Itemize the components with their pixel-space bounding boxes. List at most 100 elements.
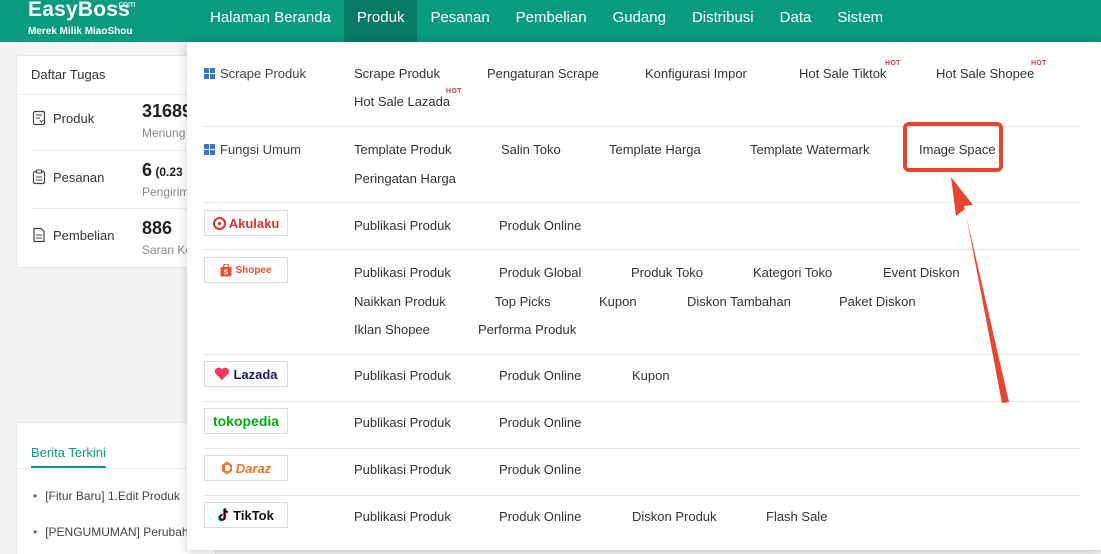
menu-peringatan-harga[interactable]: Peringatan Harga xyxy=(354,171,456,186)
nav-produk[interactable]: Produk xyxy=(343,0,418,42)
nav-sistem[interactable]: Sistem xyxy=(824,0,896,42)
section-daraz: Daraz Publikasi Produk Produk Online xyxy=(204,455,1080,485)
task-list-title: Daftar Tugas xyxy=(31,67,106,82)
task-subtext: Menung xyxy=(142,126,186,140)
task-count: 6 (0.23 xyxy=(142,160,183,180)
divider xyxy=(31,150,201,151)
menu-template-harga[interactable]: Template Harga xyxy=(609,142,701,157)
menu-shopee-top-picks[interactable]: Top Picks xyxy=(495,294,551,309)
menu-salin-toko[interactable]: Salin Toko xyxy=(501,142,561,157)
menu-shopee-iklan-shopee[interactable]: Iklan Shopee xyxy=(354,322,430,337)
top-navigation-bar: EasyBoss .com Merek Milik MiaoShou Halam… xyxy=(0,0,1101,42)
hot-badge: HOT xyxy=(446,88,462,95)
section-tiktok: TikTok Publikasi Produk Produk Online Di… xyxy=(204,502,1080,532)
menu-shopee-diskon-tambahan[interactable]: Diskon Tambahan xyxy=(687,294,791,309)
divider xyxy=(17,94,215,95)
task-label: Pembelian xyxy=(53,228,115,243)
section-akulaku: Akulaku Publikasi Produk Produk Online xyxy=(204,210,1080,240)
nav-data[interactable]: Data xyxy=(767,0,825,42)
purchase-doc-icon xyxy=(33,227,45,243)
menu-shopee-produk-global[interactable]: Produk Global xyxy=(499,265,581,280)
task-count: 31689 xyxy=(142,101,193,121)
menu-template-watermark[interactable]: Template Watermark xyxy=(750,142,869,157)
task-subtext: Saran Ke xyxy=(142,243,193,257)
news-tab[interactable]: Berita Terkini xyxy=(31,445,106,468)
section-title: Scrape Produk xyxy=(204,66,306,81)
divider xyxy=(204,495,1080,496)
menu-hot-sale-tiktok[interactable]: Hot Sale Tiktok xyxy=(799,66,886,81)
menu-lazada-publikasi-produk[interactable]: Publikasi Produk xyxy=(354,368,451,383)
task-list-card: Daftar Tugas Produk 31689 Menung Pesanan… xyxy=(16,55,216,268)
section-title: Fungsi Umum xyxy=(204,142,301,157)
divider xyxy=(204,448,1080,449)
easyboss-logo[interactable]: EasyBoss .com Merek Milik MiaoShou xyxy=(28,0,178,42)
shopee-bag-icon: S xyxy=(220,263,232,276)
news-card: Berita Terkini [Fitur Baru] 1.Edit Produ… xyxy=(16,422,216,554)
grid-icon xyxy=(204,68,215,79)
menu-pengaturan-scrape[interactable]: Pengaturan Scrape xyxy=(487,66,599,81)
news-item[interactable]: [Fitur Baru] 1.Edit Produk xyxy=(33,489,180,503)
task-label: Produk xyxy=(53,111,95,126)
menu-tokopedia-publikasi-produk[interactable]: Publikasi Produk xyxy=(354,415,451,430)
task-count: 886 xyxy=(142,218,173,238)
main-nav: Halaman Beranda Produk Pesanan Pembelian… xyxy=(197,0,896,42)
menu-hot-sale-lazada[interactable]: Hot Sale Lazada xyxy=(354,94,450,109)
divider xyxy=(17,468,215,469)
menu-shopee-performa-produk[interactable]: Performa Produk xyxy=(478,322,576,337)
nav-halaman-beranda[interactable]: Halaman Beranda xyxy=(197,0,344,42)
daraz-logo: Daraz xyxy=(204,455,288,481)
akulaku-icon xyxy=(212,216,226,230)
menu-shopee-paket-diskon[interactable]: Paket Diskon xyxy=(839,294,916,309)
daraz-icon xyxy=(221,461,232,475)
menu-scrape-produk[interactable]: Scrape Produk xyxy=(354,66,440,81)
logo-text: EasyBoss xyxy=(28,0,130,21)
menu-shopee-publikasi-produk[interactable]: Publikasi Produk xyxy=(354,265,451,280)
tiktok-logo: TikTok xyxy=(204,502,288,528)
menu-template-produk[interactable]: Template Produk xyxy=(354,142,452,157)
menu-tiktok-produk-online[interactable]: Produk Online xyxy=(499,509,581,524)
hot-badge: HOT xyxy=(885,60,901,67)
menu-tiktok-publikasi-produk[interactable]: Publikasi Produk xyxy=(354,509,451,524)
menu-daraz-produk-online[interactable]: Produk Online xyxy=(499,462,581,477)
menu-konfigurasi-impor[interactable]: Konfigurasi Impor xyxy=(645,66,747,81)
order-clipboard-icon xyxy=(32,169,46,185)
menu-akulaku-produk-online[interactable]: Produk Online xyxy=(499,218,581,233)
section-tokopedia: tokopedia Publikasi Produk Produk Online xyxy=(204,408,1080,438)
menu-akulaku-publikasi-produk[interactable]: Publikasi Produk xyxy=(354,218,451,233)
nav-gudang[interactable]: Gudang xyxy=(600,0,679,42)
menu-tokopedia-produk-online[interactable]: Produk Online xyxy=(499,415,581,430)
lazada-heart-icon xyxy=(215,367,230,380)
menu-tiktok-diskon-produk[interactable]: Diskon Produk xyxy=(632,509,717,524)
grid-icon xyxy=(204,144,215,155)
section-shopee: S Shopee Publikasi Produk Produk Global … xyxy=(204,257,1080,347)
news-item[interactable]: [PENGUMUMAN] Perubah xyxy=(33,525,188,539)
section-scrape-produk: Scrape Produk Scrape Produk Pengaturan S… xyxy=(204,60,1080,116)
menu-lazada-kupon[interactable]: Kupon xyxy=(632,368,670,383)
lazada-logo: Lazada xyxy=(204,361,288,387)
menu-shopee-kategori-toko[interactable]: Kategori Toko xyxy=(753,265,832,280)
akulaku-logo: Akulaku xyxy=(204,210,288,236)
divider xyxy=(204,249,1080,250)
menu-shopee-kupon[interactable]: Kupon xyxy=(599,294,637,309)
tokopedia-logo: tokopedia xyxy=(204,408,288,434)
task-label: Pesanan xyxy=(53,170,105,185)
menu-tiktok-flash-sale[interactable]: Flash Sale xyxy=(766,509,827,524)
menu-shopee-event-diskon[interactable]: Event Diskon xyxy=(883,265,960,280)
divider xyxy=(204,202,1080,203)
logo-com-text: .com xyxy=(116,0,136,9)
nav-distribusi[interactable]: Distribusi xyxy=(679,0,767,42)
menu-shopee-naikkan-produk[interactable]: Naikkan Produk xyxy=(354,294,446,309)
menu-shopee-produk-toko[interactable]: Produk Toko xyxy=(631,265,703,280)
logo-subtitle: Merek Milik MiaoShou xyxy=(28,26,133,37)
task-subtext: Pengirim xyxy=(142,185,190,199)
nav-pesanan[interactable]: Pesanan xyxy=(417,0,502,42)
section-lazada: Lazada Publikasi Produk Produk Online Ku… xyxy=(204,361,1080,391)
image-space-highlight-box xyxy=(903,122,1003,172)
menu-daraz-publikasi-produk[interactable]: Publikasi Produk xyxy=(354,462,451,477)
divider xyxy=(204,401,1080,402)
nav-pembelian[interactable]: Pembelian xyxy=(503,0,600,42)
menu-hot-sale-shopee[interactable]: Hot Sale Shopee xyxy=(936,66,1034,81)
tiktok-note-icon xyxy=(218,508,229,522)
menu-lazada-produk-online[interactable]: Produk Online xyxy=(499,368,581,383)
divider xyxy=(31,208,201,209)
